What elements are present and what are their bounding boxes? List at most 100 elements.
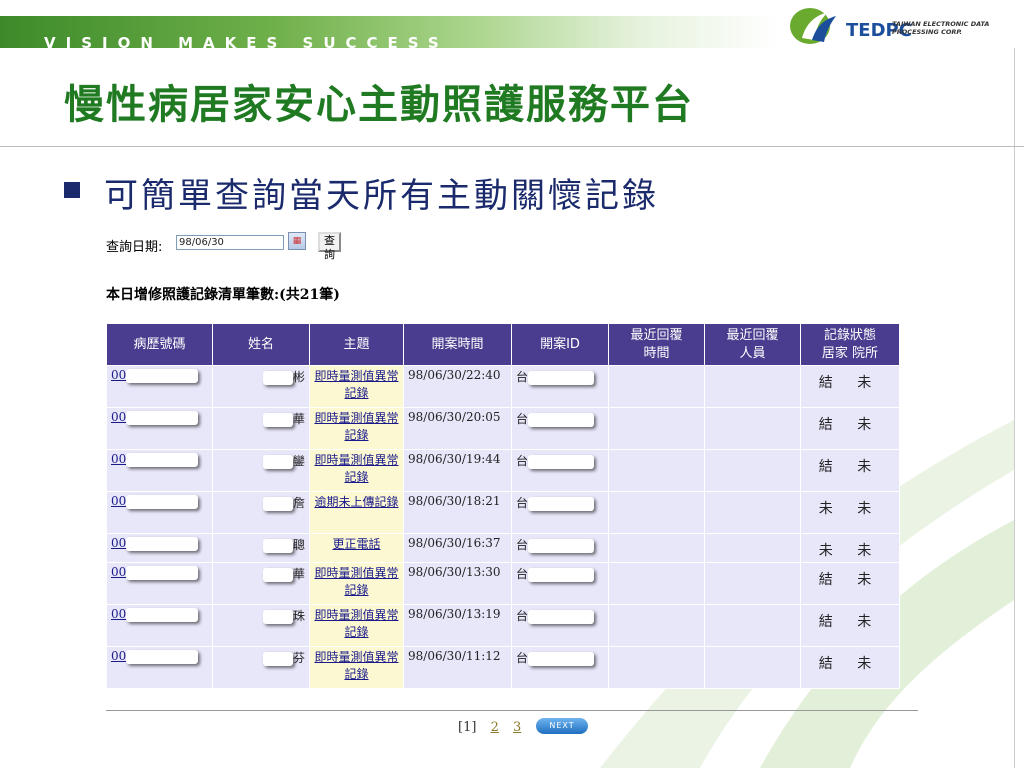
motto-text: VISION MAKES SUCCESS <box>44 34 449 52</box>
topic-cell[interactable]: 即時量測值異常記錄 <box>309 449 404 492</box>
open-time-cell: 98/06/30/18:21 <box>403 491 512 534</box>
bullet-text: 可簡單查詢當天所有主動關懷記錄 <box>104 176 659 216</box>
open-time-cell: 98/06/30/16:37 <box>403 533 512 563</box>
topic-link[interactable]: 即時量測值異常記錄 <box>314 566 398 597</box>
case-id-cell: 台 <box>511 646 609 689</box>
banner: VISION MAKES SUCCESS TEDPC TAIWAN ELECTR… <box>0 0 1024 52</box>
topic-link[interactable]: 逾期未上傳記錄 <box>314 495 398 509</box>
table-row: 00 華即時量測值異常記錄 98/06/30/13:30 台 結 未 <box>106 562 900 605</box>
patient-name-cell: 芬 <box>212 646 310 689</box>
record-no-cell[interactable]: 00 <box>106 562 213 605</box>
topic-link[interactable]: 即時量測值異常記錄 <box>314 608 398 639</box>
records-table: 病歷號碼 姓名 主題 開案時間 開案ID 最近回覆 時間 最近回覆 人員 記錄狀… <box>106 323 900 689</box>
logo-subtitle: TAIWAN ELECTRONIC DATA PROCESSING CORP. <box>892 20 990 36</box>
title-divider <box>0 146 1024 147</box>
query-date-label: 查詢日期: <box>106 240 163 255</box>
col-header-status: 記錄狀態 居家 院所 <box>800 323 900 366</box>
col-header-reply-time: 最近回覆 時間 <box>608 323 705 366</box>
table-row: 00 華即時量測值異常記錄 98/06/30/20:05 台 結 未 <box>106 407 900 450</box>
reply-person-cell <box>704 533 801 563</box>
pagination: [1] 2 3 <box>458 720 521 735</box>
topic-link[interactable]: 更正電話 <box>332 537 380 551</box>
record-status-cell: 結 未 <box>800 562 900 605</box>
query-button[interactable]: 查詢 <box>318 232 341 261</box>
record-no-cell[interactable]: 00 <box>106 449 213 492</box>
topic-link[interactable]: 即時量測值異常記錄 <box>314 369 398 400</box>
reply-time-cell <box>608 449 705 492</box>
topic-link[interactable]: 即時量測值異常記錄 <box>314 411 398 442</box>
col-header-reply-person: 最近回覆 人員 <box>704 323 801 366</box>
open-time-cell: 98/06/30/13:19 <box>403 604 512 647</box>
topic-link[interactable]: 即時量測值異常記錄 <box>314 453 398 484</box>
case-id-cell: 台 <box>511 533 609 563</box>
case-id-cell: 台 <box>511 604 609 647</box>
record-no-cell[interactable]: 00 <box>106 533 213 563</box>
pager-current-page: [1] <box>458 720 477 735</box>
table-header-row: 病歷號碼 姓名 主題 開案時間 開案ID 最近回覆 時間 最近回覆 人員 記錄狀… <box>106 323 900 366</box>
case-id-cell: 台 <box>511 365 609 408</box>
open-time-cell: 98/06/30/19:44 <box>403 449 512 492</box>
patient-name-cell: 鑾 <box>212 449 310 492</box>
reply-time-cell <box>608 604 705 647</box>
record-status-cell: 結 未 <box>800 365 900 408</box>
record-no-cell[interactable]: 00 <box>106 646 213 689</box>
record-status-cell: 未 未 <box>800 533 900 563</box>
case-id-cell: 台 <box>511 449 609 492</box>
reply-person-cell <box>704 491 801 534</box>
topic-cell[interactable]: 更正電話 <box>309 533 404 563</box>
calendar-icon[interactable]: ▦ <box>288 232 306 250</box>
pager-page-3-link[interactable]: 3 <box>513 720 521 735</box>
table-row: 00 鑾即時量測值異常記錄 98/06/30/19:44 台 結 未 <box>106 449 900 492</box>
topic-cell[interactable]: 即時量測值異常記錄 <box>309 365 404 408</box>
record-status-cell: 結 未 <box>800 604 900 647</box>
page-title: 慢性病居家安心主動照護服務平台 <box>64 81 694 128</box>
table-body: 00 彬即時量測值異常記錄 98/06/30/22:40 台結 未 00 華即時量測值異常… <box>106 365 900 689</box>
record-status-cell: 結 未 <box>800 646 900 689</box>
topic-cell[interactable]: 即時量測值異常記錄 <box>309 562 404 605</box>
table-row: 00 彬即時量測值異常記錄 98/06/30/22:40 台 結 未 <box>106 365 900 408</box>
case-id-cell: 台 <box>511 562 609 605</box>
open-time-cell: 98/06/30/20:05 <box>403 407 512 450</box>
frame-divider <box>1014 48 1015 768</box>
reply-person-cell <box>704 646 801 689</box>
patient-name-cell: 珠 <box>212 604 310 647</box>
record-status-cell: 未 未 <box>800 491 900 534</box>
banner-gradient-bar: VISION MAKES SUCCESS <box>0 16 780 52</box>
record-no-cell[interactable]: 00 <box>106 365 213 408</box>
patient-name-cell: 詹 <box>212 491 310 534</box>
reply-person-cell <box>704 407 801 450</box>
bullet-square-icon <box>64 182 80 198</box>
record-no-cell[interactable]: 00 <box>106 491 213 534</box>
case-id-cell: 台 <box>511 407 609 450</box>
topic-cell[interactable]: 即時量測值異常記錄 <box>309 604 404 647</box>
record-status-cell: 結 未 <box>800 407 900 450</box>
reply-person-cell <box>704 562 801 605</box>
open-time-cell: 98/06/30/11:12 <box>403 646 512 689</box>
reply-time-cell <box>608 562 705 605</box>
table-bottom-divider <box>106 710 918 711</box>
topic-cell[interactable]: 即時量測值異常記錄 <box>309 646 404 689</box>
reply-person-cell <box>704 449 801 492</box>
table-row: 00 珠即時量測值異常記錄 98/06/30/13:19 台 結 未 <box>106 604 900 647</box>
reply-time-cell <box>608 533 705 563</box>
reply-time-cell <box>608 407 705 450</box>
query-date-input[interactable] <box>176 235 284 250</box>
company-logo-icon <box>790 8 836 44</box>
reply-time-cell <box>608 646 705 689</box>
table-row: 00 詹逾期未上傳記錄 98/06/30/18:21 台 未 未 <box>106 491 900 534</box>
topic-link[interactable]: 即時量測值異常記錄 <box>314 650 398 681</box>
record-no-cell[interactable]: 00 <box>106 407 213 450</box>
topic-cell[interactable]: 即時量測值異常記錄 <box>309 407 404 450</box>
table-row: 00 芬即時量測值異常記錄 98/06/30/11:12 台 結 未 <box>106 646 900 689</box>
topic-cell[interactable]: 逾期未上傳記錄 <box>309 491 404 534</box>
open-time-cell: 98/06/30/22:40 <box>403 365 512 408</box>
record-no-cell[interactable]: 00 <box>106 604 213 647</box>
reply-person-cell <box>704 365 801 408</box>
patient-name-cell: 彬 <box>212 365 310 408</box>
col-header-record-no: 病歷號碼 <box>106 323 213 366</box>
next-page-button[interactable]: NEXT <box>536 718 588 734</box>
table-row: 00 聰 更正電話 98/06/30/16:37 台 未 未 <box>106 533 900 563</box>
patient-name-cell: 華 <box>212 562 310 605</box>
pager-page-2-link[interactable]: 2 <box>491 720 499 735</box>
col-header-topic: 主題 <box>309 323 404 366</box>
